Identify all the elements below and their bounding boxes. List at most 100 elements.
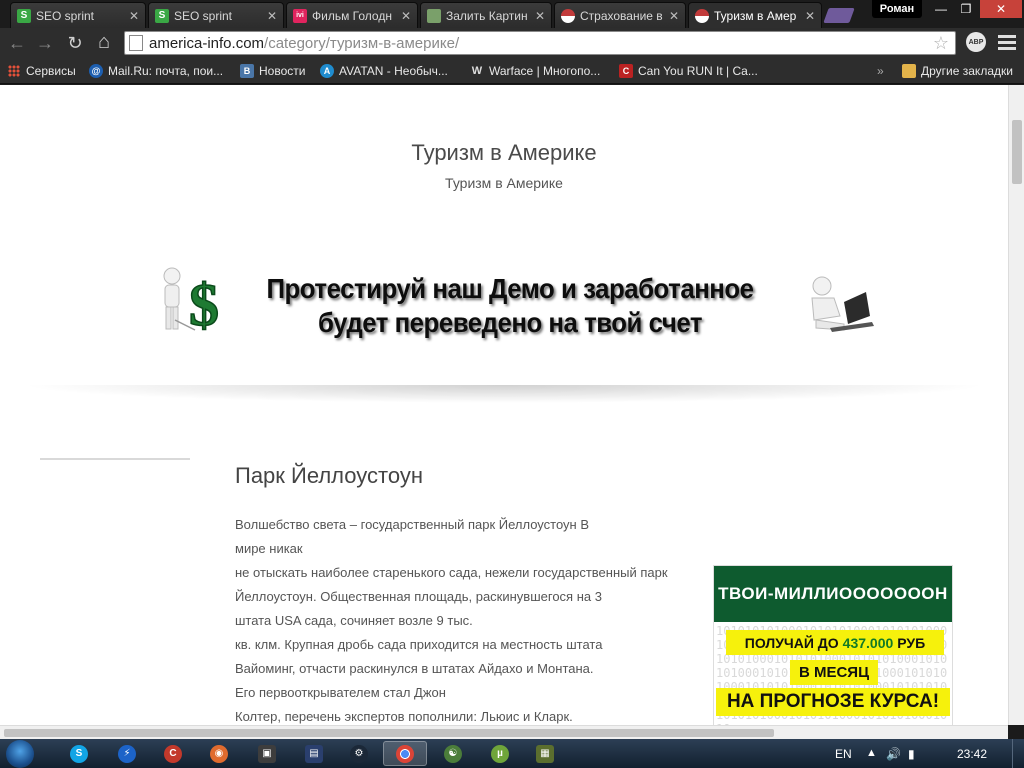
cube-icon: ▦ [536, 744, 554, 763]
network-icon[interactable]: ▮ [908, 747, 915, 761]
show-desktop-button[interactable] [1012, 739, 1024, 768]
taskbar-ccleaner[interactable]: C [156, 741, 190, 766]
taskbar-utorrent[interactable]: µ [483, 741, 517, 766]
post-line: не отыскать наиболее старенького сада, н… [235, 565, 668, 580]
sidebar-ad-banner[interactable]: ТВОИ-МИЛЛИОOOOOOOH 101010101000101010100… [713, 565, 953, 725]
clock[interactable]: 23:42 [957, 747, 987, 761]
taskbar-app-blue[interactable]: ⚡ [110, 741, 144, 766]
tab-label: Залить Картин [446, 8, 528, 23]
close-window-button[interactable]: ✕ [980, 0, 1022, 18]
tab-seo-sprint-2[interactable]: S SEO sprint ✕ [148, 2, 284, 28]
ad-offer-suffix: РУБ [897, 634, 926, 651]
lightning-icon: ⚡ [118, 744, 136, 763]
ad-offer-amount: 437.000 [842, 634, 894, 651]
banner-line-1: Протестируй наш Демо и заработанное [266, 273, 754, 304]
taskbar-steam[interactable]: ⚙ [342, 741, 376, 766]
bookmark-label: Сервисы [26, 64, 76, 78]
post-line: кв. клм. Крупная дробь сада приходится н… [235, 637, 603, 652]
tab-seo-sprint-1[interactable]: S SEO sprint ✕ [10, 2, 146, 28]
post-line: Его первооткрывателем стал Джон [235, 685, 446, 700]
close-tab-icon[interactable]: ✕ [669, 9, 679, 23]
bookmark-can-you-run-it[interactable]: C Can You RUN It | Ca... [619, 62, 758, 80]
taskbar-skype[interactable]: S [62, 741, 96, 766]
bookmark-mailru[interactable]: @ Mail.Ru: почта, пои... [89, 62, 223, 80]
post-line: Йеллоустоун. Общественная площадь, раски… [235, 589, 602, 604]
horizontal-scrollbar[interactable] [0, 725, 1008, 739]
orange-app-icon: ◉ [210, 744, 228, 763]
us-flag-icon [695, 8, 709, 23]
bookmark-services[interactable]: Сервисы [8, 62, 76, 80]
ad-forecast-line: НА ПРОГНОЗЕ КУРСА! [716, 688, 950, 716]
bookmark-vk-news[interactable]: В Новости [240, 62, 305, 80]
taskbar-app-orange[interactable]: ◉ [202, 741, 236, 766]
horizontal-scroll-thumb[interactable] [4, 729, 774, 737]
utorrent-icon: µ [491, 744, 509, 763]
skype-icon: S [70, 744, 88, 763]
taskbar-save[interactable]: ▤ [297, 741, 331, 766]
post-line: Волшебство света – государственный парк … [235, 517, 589, 532]
taskbar-chrome[interactable] [383, 741, 427, 766]
vk-icon: В [240, 64, 254, 78]
vertical-scrollbar[interactable] [1008, 85, 1024, 725]
taskbar-app-cube[interactable]: ▦ [528, 741, 562, 766]
reload-button[interactable]: ↻ [64, 32, 86, 54]
us-flag-icon [561, 8, 575, 23]
maximize-button[interactable]: ❐ [953, 0, 979, 18]
language-indicator[interactable]: EN [835, 747, 852, 761]
windows-taskbar: S ⚡ C ◉ ▣ ▤ ⚙ ☯ µ ▦ EN ▲ 🔊 ▮ 23:42 [0, 739, 1024, 768]
close-tab-icon[interactable]: ✕ [535, 9, 545, 23]
address-bar[interactable]: america-info.com/category/туризм-в-амери… [124, 31, 956, 55]
site-title[interactable]: Туризм в Америке [0, 140, 1008, 166]
close-tab-icon[interactable]: ✕ [401, 9, 411, 23]
profile-button[interactable]: Роман [872, 0, 922, 18]
chrome-menu-button[interactable] [998, 32, 1016, 52]
mailru-icon: @ [89, 64, 103, 78]
volume-icon[interactable]: 🔊 [886, 747, 901, 761]
minimize-button[interactable]: — [928, 0, 954, 18]
tab-upload-image[interactable]: Залить Картин ✕ [420, 2, 552, 28]
page-icon [129, 35, 143, 51]
bookmark-label: Новости [259, 64, 306, 78]
ad-headline: ТВОИ-МИЛЛИОOOOOOOH [714, 566, 952, 622]
tab-label: SEO sprint [174, 8, 233, 23]
figure-with-laptop-icon [811, 276, 874, 332]
new-tab-button[interactable] [823, 8, 855, 23]
post-title[interactable]: Парк Йеллоустоун [235, 463, 423, 489]
header-banner[interactable]: $ Протестируй наш Демо и заработанное бу… [155, 260, 885, 350]
post-body: Волшебство света – государственный парк … [235, 513, 705, 725]
vertical-scroll-thumb[interactable] [1012, 120, 1022, 184]
site-description: Туризм в Америке [445, 175, 563, 191]
post-line: Колтер, перечень экспертов пополнили: Ль… [235, 709, 573, 724]
start-button[interactable] [6, 740, 34, 768]
back-button[interactable]: ← [6, 32, 28, 54]
close-tab-icon[interactable]: ✕ [129, 9, 139, 23]
bookmark-avatan[interactable]: A AVATAN - Необыч... [320, 62, 448, 80]
image-favicon-icon [427, 8, 441, 23]
bookmark-label: Can You RUN It | Ca... [638, 64, 758, 78]
bookmark-star-icon[interactable]: ☆ [933, 33, 949, 54]
ad-offer-prefix: ПОЛУЧАЙ ДО [744, 634, 839, 651]
seo-sprint-favicon-icon: S [155, 8, 169, 23]
tab-film[interactable]: ivi Фильм Голодн ✕ [286, 2, 418, 28]
bookmark-label: Другие закладки [921, 64, 1013, 78]
close-tab-icon[interactable]: ✕ [267, 9, 277, 23]
tab-label: Фильм Голодн [312, 8, 392, 23]
bookmarks-overflow-button[interactable]: » [877, 62, 884, 80]
bookmark-warface[interactable]: W Warface | Многопо... [470, 62, 600, 80]
seo-sprint-favicon-icon: S [17, 8, 31, 23]
tab-insurance[interactable]: Страхование в ✕ [554, 2, 686, 28]
folder-icon [902, 64, 916, 78]
tool-app-icon: ☯ [444, 744, 462, 763]
adblock-plus-icon[interactable]: ABP [966, 32, 986, 52]
ad-offer-line: ПОЛУЧАЙ ДО 437.000 РУБ [726, 630, 944, 655]
forward-button[interactable]: → [34, 32, 56, 54]
tab-tourism-active[interactable]: Туризм в Амер ✕ [688, 2, 822, 28]
avatan-icon: A [320, 64, 334, 78]
home-button[interactable]: ⌂ [93, 31, 115, 53]
tray-expand-icon[interactable]: ▲ [866, 747, 877, 759]
taskbar-app-green[interactable]: ☯ [436, 741, 470, 766]
taskbar-app-dark[interactable]: ▣ [250, 741, 284, 766]
close-tab-icon[interactable]: ✕ [805, 9, 815, 23]
ad-per-month: В МЕСЯЦ [790, 660, 878, 685]
other-bookmarks[interactable]: Другие закладки [902, 62, 1013, 80]
